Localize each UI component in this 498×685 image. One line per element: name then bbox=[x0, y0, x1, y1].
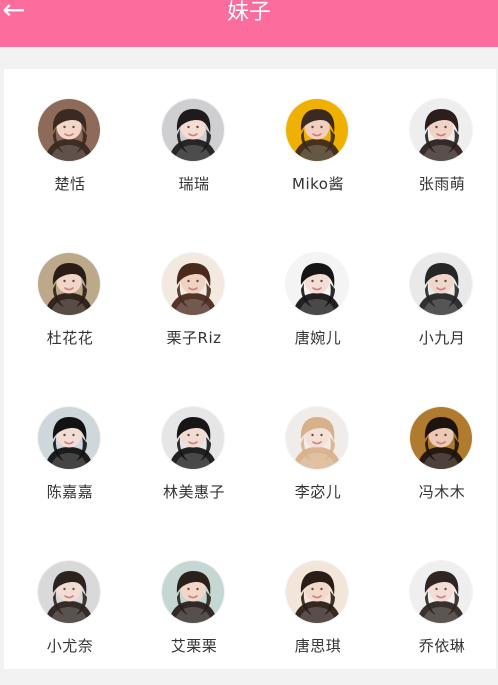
avatar-name: 唐婉儿 bbox=[294, 329, 342, 347]
avatar[interactable] bbox=[38, 407, 100, 469]
avatar-name: 乔依琳 bbox=[418, 637, 466, 655]
avatar[interactable] bbox=[162, 99, 224, 161]
avatar-name: 楚恬 bbox=[54, 175, 86, 193]
avatar-name: 小尤奈 bbox=[46, 637, 94, 655]
avatar-name: 李宓儿 bbox=[294, 483, 342, 501]
page-title: 妹子 bbox=[226, 0, 271, 25]
avatar[interactable] bbox=[38, 561, 100, 623]
avatar[interactable] bbox=[410, 253, 472, 315]
grid-item[interactable]: 小九月 bbox=[380, 223, 498, 377]
avatar-name: 瑞瑞 bbox=[178, 175, 210, 193]
avatar[interactable] bbox=[162, 253, 224, 315]
avatar[interactable] bbox=[410, 99, 472, 161]
avatar-name: 小九月 bbox=[418, 329, 466, 347]
grid-item[interactable]: Miko酱 bbox=[256, 69, 380, 223]
avatar-name: 栗子Riz bbox=[166, 329, 222, 347]
top-app-bar: ← 妹子 bbox=[0, 0, 498, 47]
avatar[interactable] bbox=[38, 99, 100, 161]
avatar-name: 唐思琪 bbox=[294, 637, 342, 655]
avatar-name: 陈嘉嘉 bbox=[46, 483, 94, 501]
avatar-name: 张雨萌 bbox=[418, 175, 466, 193]
grid-item[interactable]: 杜花花 bbox=[8, 223, 132, 377]
grid-item[interactable]: 张雨萌 bbox=[380, 69, 498, 223]
grid-item[interactable]: 栗子Riz bbox=[132, 223, 256, 377]
avatar-grid-card: 楚恬 瑞瑞 Miko酱 张雨萌 杜花花 栗子Riz 唐婉儿 小九月 陈嘉嘉 林美… bbox=[4, 69, 496, 669]
avatar-name: 杜花花 bbox=[46, 329, 94, 347]
grid-item[interactable]: 小尤奈 bbox=[8, 531, 132, 685]
avatar-name: Miko酱 bbox=[292, 175, 344, 193]
avatar-name: 林美惠子 bbox=[162, 483, 225, 501]
grid-item[interactable]: 唐思琪 bbox=[256, 531, 380, 685]
grid-item[interactable]: 瑞瑞 bbox=[132, 69, 256, 223]
avatar[interactable] bbox=[162, 561, 224, 623]
avatar[interactable] bbox=[286, 99, 348, 161]
avatar-name: 艾栗栗 bbox=[170, 637, 218, 655]
grid-item[interactable]: 李宓儿 bbox=[256, 377, 380, 531]
grid-item[interactable]: 林美惠子 bbox=[132, 377, 256, 531]
avatar[interactable] bbox=[162, 407, 224, 469]
avatar[interactable] bbox=[286, 253, 348, 315]
grid-item[interactable]: 乔依琳 bbox=[380, 531, 498, 685]
avatar[interactable] bbox=[286, 407, 348, 469]
avatar[interactable] bbox=[410, 407, 472, 469]
grid-item[interactable]: 艾栗栗 bbox=[132, 531, 256, 685]
avatar[interactable] bbox=[38, 253, 100, 315]
avatar-name: 冯木木 bbox=[418, 483, 466, 501]
avatar[interactable] bbox=[286, 561, 348, 623]
avatar[interactable] bbox=[410, 561, 472, 623]
grid-item[interactable]: 楚恬 bbox=[8, 69, 132, 223]
grid-item[interactable]: 唐婉儿 bbox=[256, 223, 380, 377]
grid-item[interactable]: 冯木木 bbox=[380, 377, 498, 531]
grid-item[interactable]: 陈嘉嘉 bbox=[8, 377, 132, 531]
